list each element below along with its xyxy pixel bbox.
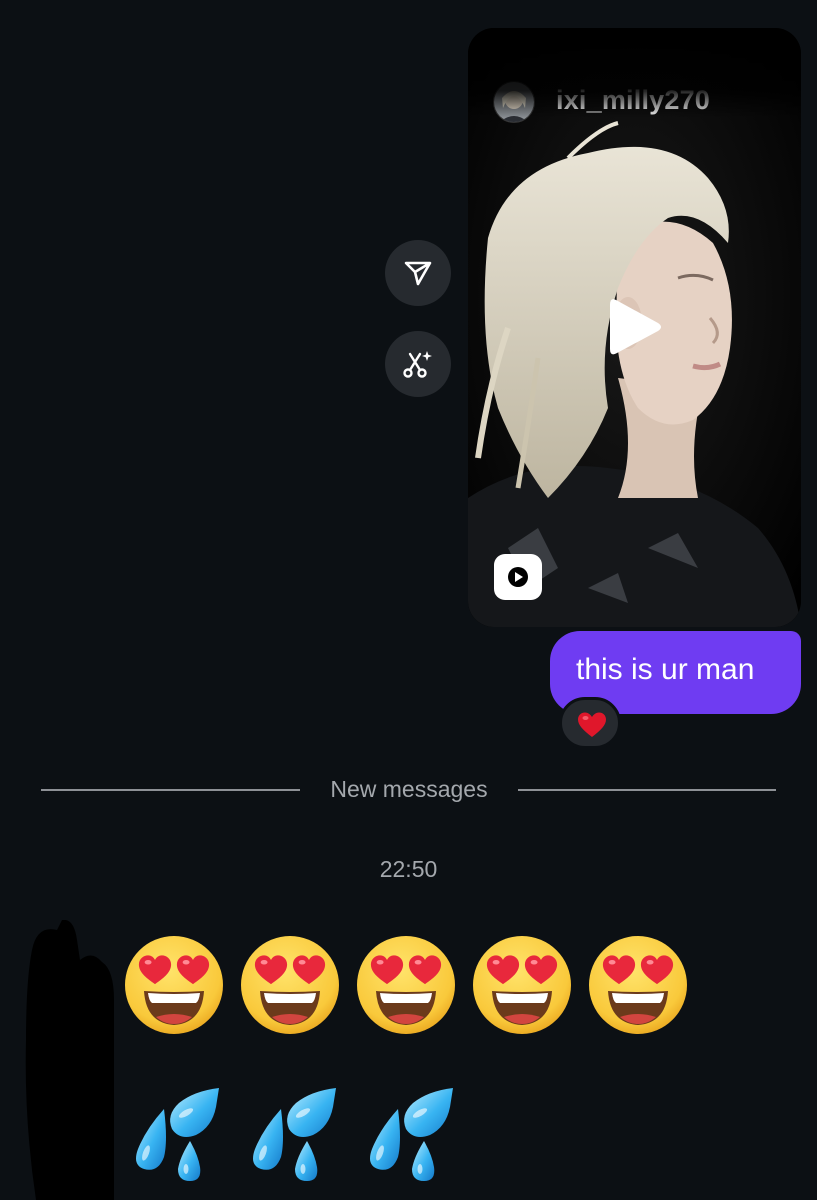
sweat-droplets-emoji (253, 1088, 336, 1181)
heart-eyes-emoji (354, 933, 458, 1037)
emoji-row-sweat (124, 1085, 475, 1185)
redacted-avatar (25, 920, 114, 1200)
new-messages-divider: New messages (330, 776, 488, 802)
remix-button[interactable] (385, 331, 451, 397)
heart-icon (578, 712, 606, 737)
message-timestamp: 22:50 (379, 856, 438, 882)
reel-header (468, 28, 801, 118)
heart-eyes-emoji (586, 933, 690, 1037)
reels-icon (494, 554, 542, 600)
sweat-droplets-emoji (136, 1088, 219, 1181)
sweat-droplets-emoji (370, 1088, 453, 1181)
remix-scissors-icon (403, 351, 432, 378)
play-icon[interactable] (608, 296, 664, 358)
divider-line-right (518, 789, 776, 791)
heart-eyes-emoji (470, 933, 574, 1037)
heart-eyes-emoji (122, 933, 226, 1037)
emoji-row-hearts (122, 933, 702, 1037)
message-text: this is ur man (576, 653, 755, 686)
shared-reel-card[interactable]: ixi_milly270 (468, 28, 801, 627)
share-icon (404, 261, 432, 286)
divider-line-left (41, 789, 300, 791)
heart-eyes-emoji (238, 933, 342, 1037)
heart-reaction[interactable] (559, 697, 621, 749)
share-button[interactable] (385, 240, 451, 306)
